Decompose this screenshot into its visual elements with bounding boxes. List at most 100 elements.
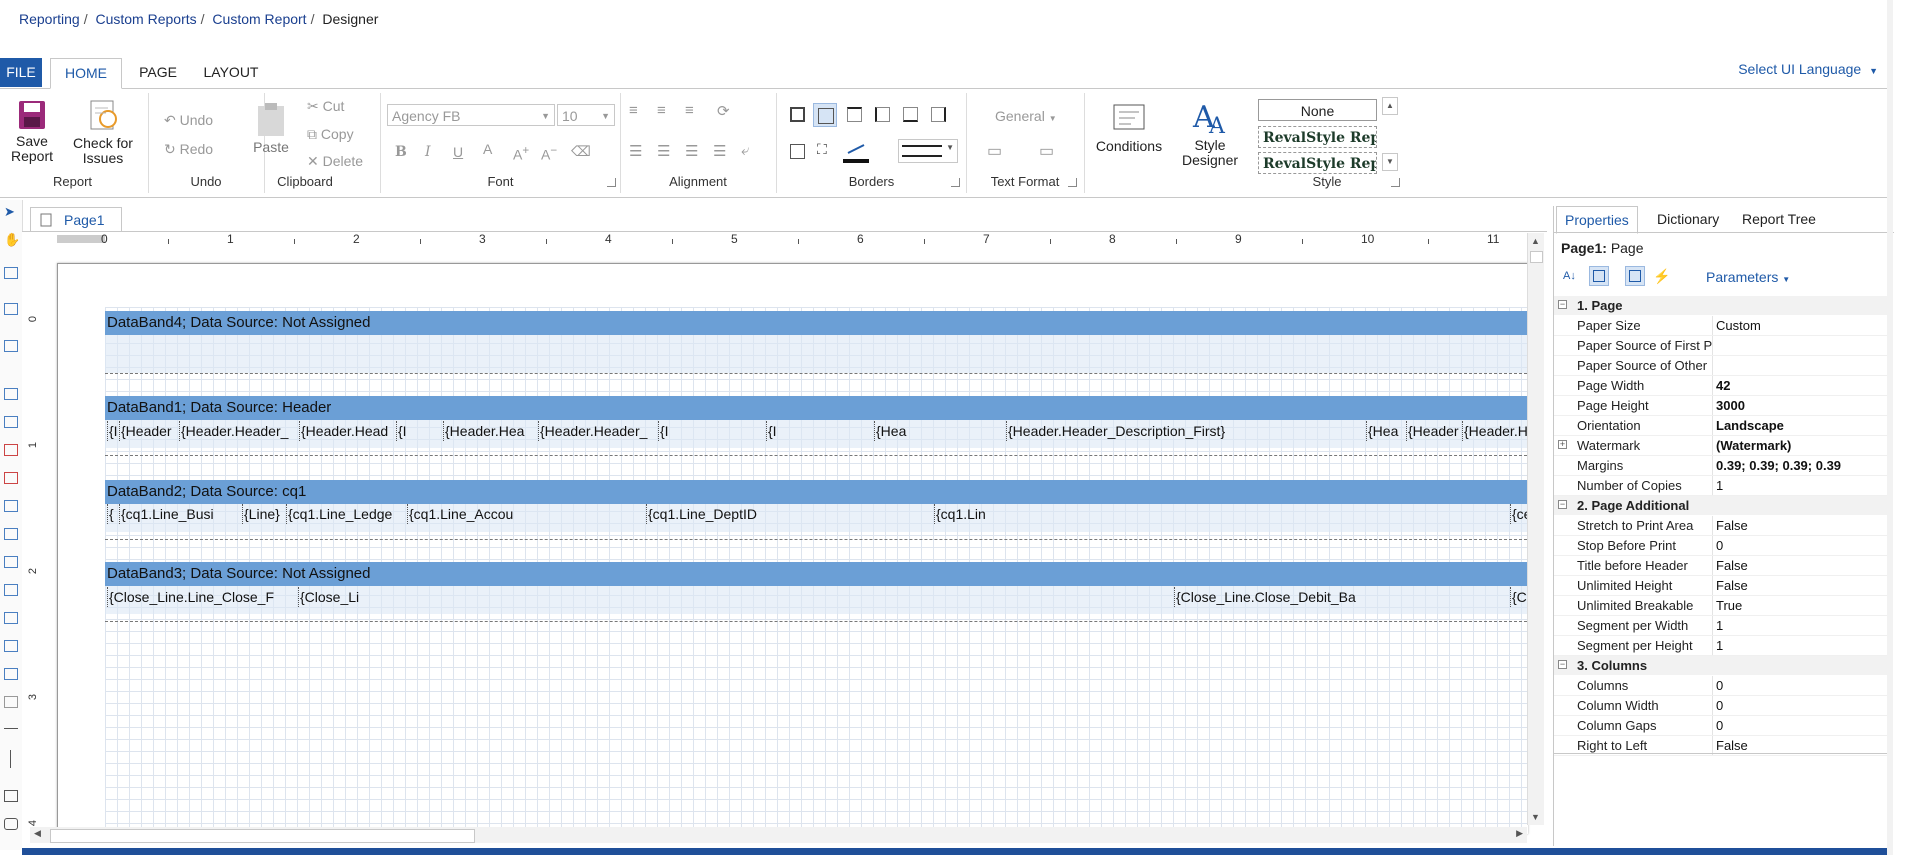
- scroll-up-icon[interactable]: ▲: [1531, 236, 1540, 246]
- rounded-rectangle-tool-icon[interactable]: [4, 818, 18, 830]
- categorized-button[interactable]: [1589, 266, 1609, 286]
- text-field[interactable]: {I: [107, 421, 119, 441]
- property-value[interactable]: 0: [1716, 676, 1723, 695]
- conditions-button[interactable]: Conditions: [1093, 102, 1165, 154]
- collapse-icon[interactable]: −: [1558, 660, 1567, 669]
- property-value[interactable]: True: [1716, 596, 1742, 615]
- property-row[interactable]: Paper Size Custom: [1554, 316, 1890, 336]
- rotate-text-icon[interactable]: ⟳: [717, 102, 730, 120]
- breadcrumb-item-custom-report[interactable]: Custom Report: [212, 11, 306, 27]
- property-value[interactable]: 1: [1716, 616, 1723, 635]
- shadow-border-icon[interactable]: [790, 144, 805, 159]
- horizontal-line-tool-icon[interactable]: [4, 728, 18, 729]
- style-scroll-up-icon[interactable]: ▲: [1382, 97, 1398, 115]
- style-item-revalstyle-2[interactable]: RevalStyle Rep: [1258, 152, 1377, 174]
- band-tool-icon[interactable]: [4, 267, 18, 279]
- all-borders-icon[interactable]: [790, 107, 805, 122]
- text-in-cells-tool-icon[interactable]: [4, 416, 18, 428]
- left-border-icon[interactable]: [875, 107, 890, 122]
- font-dialog-launcher-icon[interactable]: [607, 178, 616, 187]
- text-field[interactable]: {cq1.Line_Busi: [119, 504, 229, 524]
- delete-button[interactable]: ✕ Delete: [307, 153, 363, 170]
- language-selector[interactable]: Select UI Language ▼: [1738, 61, 1878, 77]
- property-row[interactable]: Column Gaps 0: [1554, 716, 1890, 736]
- tab-dictionary[interactable]: Dictionary: [1649, 206, 1727, 232]
- collapse-icon[interactable]: −: [1558, 500, 1567, 509]
- property-value[interactable]: 3000: [1716, 396, 1745, 415]
- checkbox-tool-icon[interactable]: [4, 556, 18, 568]
- scroll-left-icon[interactable]: ◀: [34, 828, 41, 839]
- events-lightning-icon[interactable]: ⚡: [1653, 266, 1673, 286]
- format-icon[interactable]: ▭: [987, 141, 1002, 161]
- text-field[interactable]: {Header.H: [1462, 421, 1527, 441]
- paste-button[interactable]: Paste: [247, 101, 295, 155]
- property-value[interactable]: 0: [1716, 716, 1723, 735]
- font-color-button[interactable]: A: [483, 141, 492, 157]
- image-tool-icon[interactable]: [4, 472, 18, 484]
- subreport-tool-icon[interactable]: [4, 584, 18, 596]
- component-tool-icon[interactable]: [4, 340, 18, 352]
- text-field[interactable]: {Header.Head: [299, 421, 395, 441]
- parameters-dropdown[interactable]: Parameters ▼: [1706, 269, 1790, 285]
- text-field[interactable]: {cq1.Lin: [934, 504, 996, 524]
- scrollbar-thumb[interactable]: [50, 829, 475, 843]
- text-field[interactable]: {I: [658, 421, 688, 441]
- property-row[interactable]: Paper Source of First P: [1554, 336, 1890, 356]
- text-tool-icon[interactable]: [4, 388, 18, 400]
- text-field[interactable]: {Line}: [242, 504, 286, 524]
- text-field[interactable]: {Hea: [874, 421, 914, 441]
- property-category[interactable]: − 2. Page Additional: [1554, 496, 1890, 515]
- text-field[interactable]: {C: [1510, 587, 1527, 607]
- vertical-scrollbar[interactable]: ▲ ▼: [1527, 233, 1544, 825]
- align-right-icon[interactable]: ☰: [685, 142, 698, 160]
- text-field[interactable]: {Header: [119, 421, 179, 441]
- clear-format-icon[interactable]: ⌫: [571, 143, 591, 160]
- band-header-databand4[interactable]: DataBand4; Data Source: Not Assigned: [105, 311, 1527, 335]
- rectangle-tool-icon[interactable]: [4, 790, 18, 802]
- property-row[interactable]: + Watermark (Watermark): [1554, 436, 1890, 456]
- page-scrollbar[interactable]: [1887, 0, 1893, 855]
- tab-layout[interactable]: LAYOUT: [196, 58, 266, 87]
- font-size-combo[interactable]: 10 ▼: [557, 104, 615, 126]
- text-field[interactable]: {Close_Li: [298, 587, 368, 607]
- zip-code-tool-icon[interactable]: [4, 612, 18, 624]
- rich-text-tool-icon[interactable]: [4, 444, 18, 456]
- style-item-none[interactable]: None: [1258, 99, 1377, 121]
- text-format-dialog-launcher-icon[interactable]: [1068, 178, 1077, 187]
- property-row[interactable]: Paper Source of Other: [1554, 356, 1890, 376]
- band-header-databand2[interactable]: DataBand2; Data Source: cq1: [105, 480, 1527, 504]
- text-field[interactable]: {Header.Hea: [443, 421, 538, 441]
- text-field[interactable]: {Header.Header_Description_First}: [1006, 421, 1356, 441]
- italic-button[interactable]: I: [425, 144, 431, 160]
- select-tool-icon[interactable]: ➤: [4, 205, 18, 218]
- breadcrumb-item-custom-reports[interactable]: Custom Reports: [95, 11, 196, 27]
- property-row[interactable]: Page Height 3000: [1554, 396, 1890, 416]
- align-middle-icon[interactable]: ≡: [657, 102, 666, 119]
- text-field[interactable]: {: [107, 504, 119, 524]
- text-field[interactable]: {Header: [1406, 421, 1464, 441]
- text-field[interactable]: {Close_Line.Line_Close_F: [107, 587, 283, 607]
- cross-band-tool-icon[interactable]: [4, 303, 18, 315]
- align-left-icon[interactable]: ☰: [629, 142, 642, 160]
- style-scroll-down-icon[interactable]: ▼: [1382, 153, 1398, 171]
- redo-button[interactable]: ↻ Redo: [164, 141, 213, 158]
- bottom-border-icon[interactable]: [903, 107, 918, 122]
- property-value[interactable]: (Watermark): [1716, 436, 1791, 455]
- text-field[interactable]: {cq1.Line_Accou: [407, 504, 527, 524]
- property-value[interactable]: 0.39; 0.39; 0.39; 0.39: [1716, 456, 1841, 475]
- property-value[interactable]: False: [1716, 516, 1748, 535]
- clone-tool-icon[interactable]: [4, 528, 18, 540]
- shape-tool-icon[interactable]: [4, 696, 18, 708]
- vertical-line-tool-icon[interactable]: [10, 750, 11, 768]
- picture-tool-icon[interactable]: [4, 640, 18, 652]
- format-combo[interactable]: General ▼: [995, 108, 1057, 124]
- property-pages-button[interactable]: [1625, 266, 1645, 286]
- collapse-icon[interactable]: −: [1558, 300, 1567, 309]
- property-row[interactable]: Segment per Width 1: [1554, 616, 1890, 636]
- scroll-down-icon[interactable]: ▼: [1531, 812, 1540, 822]
- justify-icon[interactable]: ☰: [713, 142, 726, 160]
- property-value[interactable]: 42: [1716, 376, 1730, 395]
- tab-report-tree[interactable]: Report Tree: [1734, 206, 1824, 232]
- text-field[interactable]: {Header.Header_: [538, 421, 658, 441]
- property-row[interactable]: Stop Before Print 0: [1554, 536, 1890, 556]
